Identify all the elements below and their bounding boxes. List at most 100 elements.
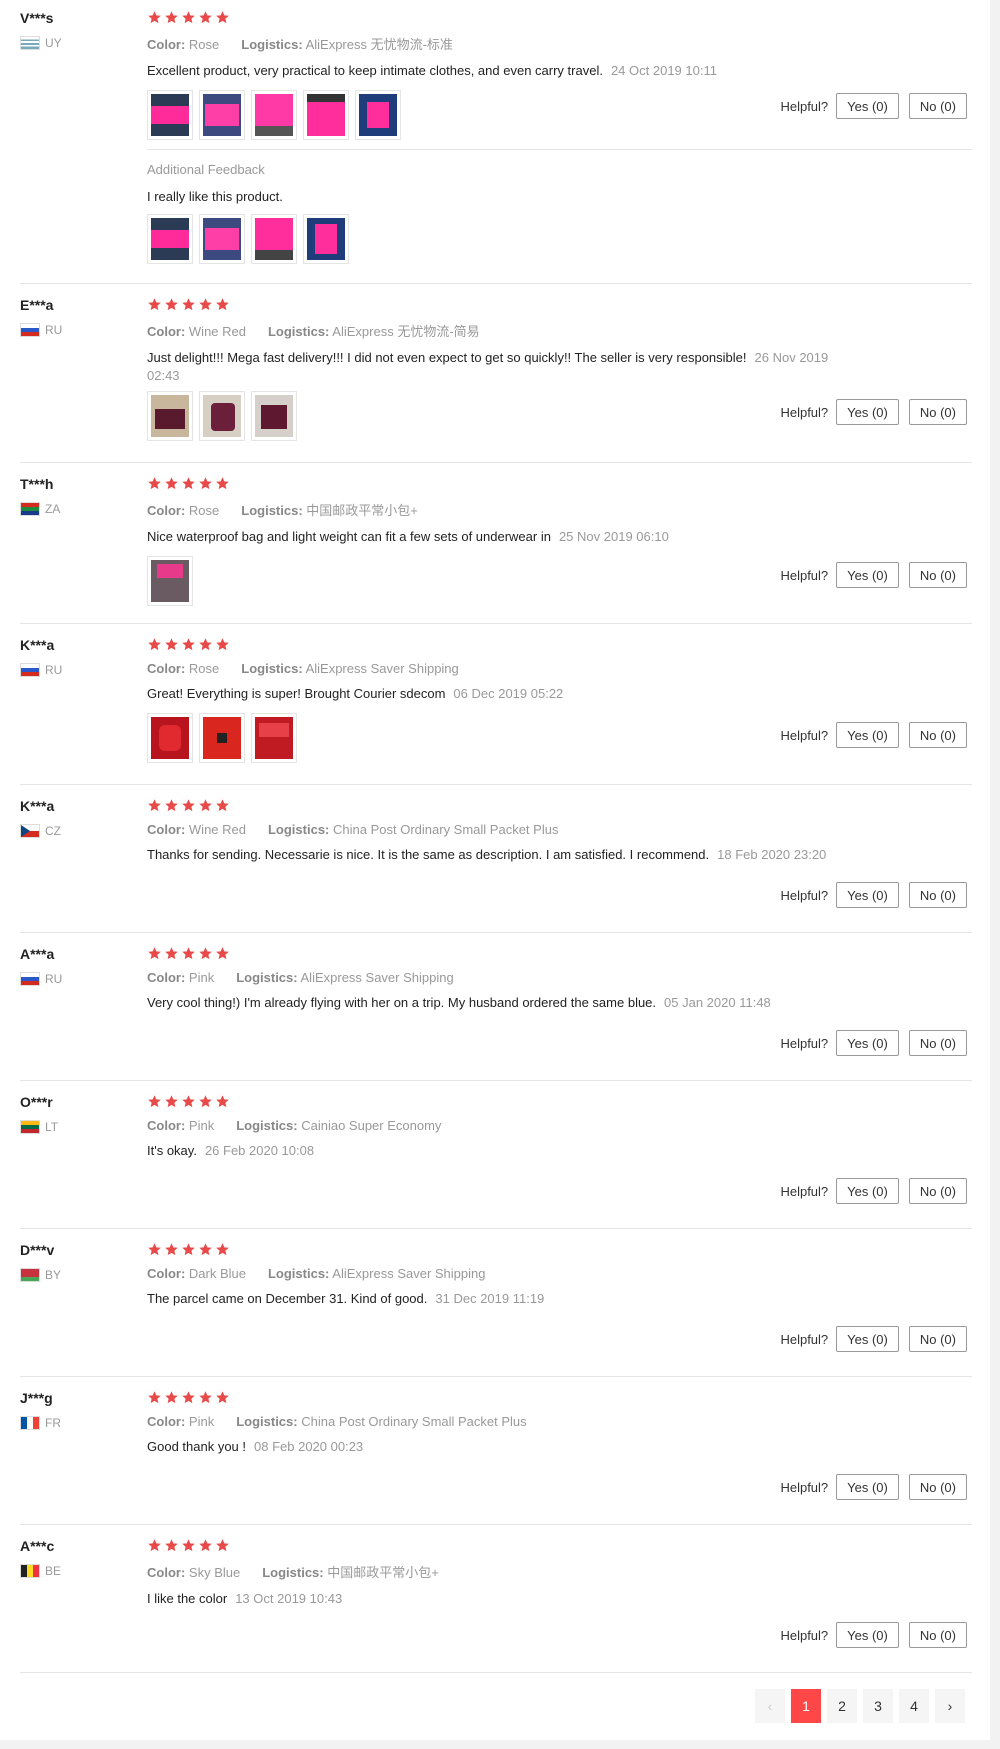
star-icon <box>165 477 178 490</box>
star-icon <box>148 11 161 24</box>
star-icon <box>216 799 229 812</box>
review-photo[interactable] <box>303 214 349 264</box>
no-button[interactable]: No (0) <box>908 722 967 748</box>
review-meta: Color: Wine Red Logistics: China Post Ord… <box>147 822 972 837</box>
star-icon <box>182 638 195 651</box>
no-button[interactable]: No (0) <box>908 399 967 425</box>
additional-feedback: Additional Feedback I really like this p… <box>147 162 349 264</box>
color-label: Color: <box>147 1414 186 1429</box>
review-photo[interactable] <box>199 391 245 441</box>
star-icon <box>165 947 178 960</box>
star-icon <box>199 947 212 960</box>
page-4-button[interactable]: 4 <box>899 1689 929 1723</box>
star-icon <box>182 1095 195 1108</box>
yes-button[interactable]: Yes (0) <box>836 1622 899 1648</box>
helpful-controls: Helpful? Yes (0) No (0) <box>780 562 967 588</box>
logistics-label: Logistics: <box>267 822 330 837</box>
star-icon <box>182 477 195 490</box>
helpful-label: Helpful? <box>780 98 829 114</box>
review-photo[interactable] <box>199 90 245 140</box>
reviewer-name: A***a <box>20 946 55 962</box>
page-2-button[interactable]: 2 <box>827 1689 857 1723</box>
helpful-label: Helpful? <box>780 1479 829 1495</box>
no-button[interactable]: No (0) <box>908 93 967 119</box>
helpful-controls: Helpful? Yes (0) No (0) <box>780 1178 967 1204</box>
no-button[interactable]: No (0) <box>908 1474 967 1500</box>
helpful-label: Helpful? <box>780 727 829 743</box>
page-1-button[interactable]: 1 <box>791 1689 821 1723</box>
review-photo[interactable] <box>147 214 193 264</box>
flag-cz-icon <box>20 824 40 838</box>
country-code: FR <box>45 1416 61 1430</box>
review-photo[interactable] <box>199 214 245 264</box>
review-item: V***s UY Color: Rose Logistics: AliExpres… <box>20 0 972 284</box>
star-icon <box>148 1391 161 1404</box>
helpful-label: Helpful? <box>780 1627 829 1643</box>
review-item: D***v BY Color: Dark Blue Logistics: AliE… <box>20 1228 972 1377</box>
star-icon <box>165 1095 178 1108</box>
star-icon <box>165 1243 178 1256</box>
no-button[interactable]: No (0) <box>908 1030 967 1056</box>
helpful-controls: Helpful? Yes (0) No (0) <box>780 399 967 425</box>
reviewer-country: RU <box>20 972 140 986</box>
yes-button[interactable]: Yes (0) <box>836 1326 899 1352</box>
yes-button[interactable]: Yes (0) <box>836 562 899 588</box>
logistics-label: Logistics: <box>262 1565 324 1580</box>
no-button[interactable]: No (0) <box>908 1622 967 1648</box>
flag-by-icon <box>20 1268 40 1282</box>
yes-button[interactable]: Yes (0) <box>836 722 899 748</box>
review-meta: Color: Dark Blue Logistics: AliExpress Sa… <box>147 1266 972 1281</box>
next-page-button[interactable]: › <box>935 1689 965 1723</box>
review-photo[interactable] <box>147 556 193 606</box>
no-button[interactable]: No (0) <box>908 1178 967 1204</box>
reviewer-info: A***a RU <box>20 946 140 986</box>
rating-stars <box>147 476 972 491</box>
yes-button[interactable]: Yes (0) <box>836 1474 899 1500</box>
review-photo[interactable] <box>147 713 193 763</box>
star-icon <box>199 298 212 311</box>
star-icon <box>182 947 195 960</box>
logistics-value: China Post Ordinary Small Packet Plus <box>333 822 559 837</box>
star-icon <box>199 1243 212 1256</box>
yes-button[interactable]: Yes (0) <box>836 1030 899 1056</box>
pagination: ‹ 1 2 3 4 › <box>755 1689 965 1723</box>
yes-button[interactable]: Yes (0) <box>836 882 899 908</box>
review-photo[interactable] <box>303 90 349 140</box>
rating-stars <box>147 1538 972 1553</box>
star-icon <box>216 638 229 651</box>
review-photo[interactable] <box>251 391 297 441</box>
review-photo[interactable] <box>199 713 245 763</box>
flag-ru-icon <box>20 972 40 986</box>
prev-page-button[interactable]: ‹ <box>755 1689 785 1723</box>
reviewer-info: J***g FR <box>20 1390 140 1430</box>
yes-button[interactable]: Yes (0) <box>836 93 899 119</box>
no-button[interactable]: No (0) <box>908 562 967 588</box>
reviewer-info: A***c BE <box>20 1538 140 1578</box>
flag-za-icon <box>20 502 40 516</box>
yes-button[interactable]: Yes (0) <box>836 1178 899 1204</box>
review-photo[interactable] <box>251 90 297 140</box>
star-icon <box>165 638 178 651</box>
review-body: Great! Everything is super! Brought Cour… <box>147 686 446 701</box>
yes-button[interactable]: Yes (0) <box>836 399 899 425</box>
country-code: RU <box>45 323 63 337</box>
review-item: J***g FR Color: Pink Logistics: China Pos… <box>20 1376 972 1525</box>
review-meta: Color: Rose Logistics: AliExpress Saver S… <box>147 661 972 676</box>
no-button[interactable]: No (0) <box>908 1326 967 1352</box>
logistics-label: Logistics: <box>236 1118 298 1133</box>
page-3-button[interactable]: 3 <box>863 1689 893 1723</box>
review-meta: Color: Pink Logistics: Cainiao Super Econ… <box>147 1118 972 1133</box>
color-value: Pink <box>188 970 215 985</box>
color-value: Rose <box>188 37 220 52</box>
review-photo[interactable] <box>251 214 297 264</box>
review-item: E***a RU Color: Wine Red Logistics: AliEx… <box>20 283 972 463</box>
review-photo[interactable] <box>147 391 193 441</box>
review-photo[interactable] <box>147 90 193 140</box>
reviews-panel: V***s UY Color: Rose Logistics: AliExpres… <box>0 0 990 1740</box>
review-photo[interactable] <box>355 90 401 140</box>
star-icon <box>165 298 178 311</box>
reviewer-country: FR <box>20 1416 140 1430</box>
review-photo[interactable] <box>251 713 297 763</box>
review-body: Nice waterproof bag and light weight can… <box>147 529 551 544</box>
no-button[interactable]: No (0) <box>908 882 967 908</box>
